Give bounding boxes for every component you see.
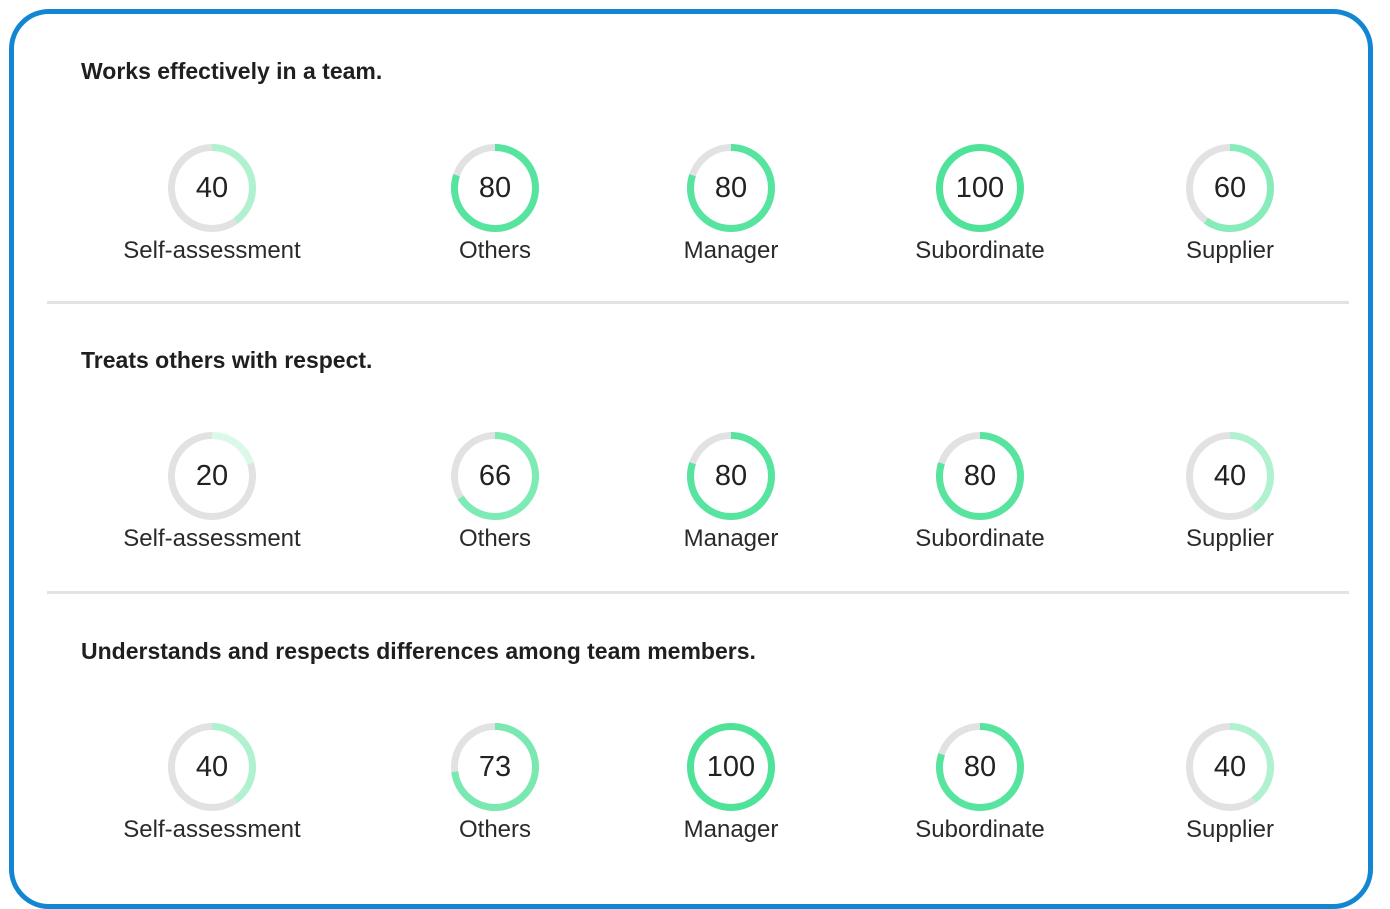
section-title: Understands and respects differences amo…	[81, 638, 756, 664]
gauge-ring: 40	[1186, 432, 1274, 520]
gauge-manager: 80 Manager	[631, 432, 831, 553]
gauge-value: 80	[963, 751, 997, 783]
gauge-subordinate: 80 Subordinate	[880, 723, 1080, 844]
gauge-value: 40	[195, 172, 229, 204]
gauge-label: Self-assessment	[123, 237, 301, 264]
gauge-value: 40	[195, 751, 229, 783]
gauge-subordinate: 100 Subordinate	[880, 144, 1080, 265]
gauge-label: Others	[458, 816, 532, 843]
gauge-label: Manager	[683, 816, 779, 843]
gauge-value: 73	[478, 751, 512, 783]
gauge-ring: 80	[936, 432, 1024, 520]
gauge-label: Others	[458, 525, 532, 552]
gauge-others: 73 Others	[395, 723, 595, 844]
gauge-value: 100	[955, 172, 1005, 204]
gauge-label: Others	[458, 237, 532, 264]
gauge-ring: 80	[687, 144, 775, 232]
gauge-value: 80	[478, 172, 512, 204]
gauge-value: 80	[714, 460, 748, 492]
section-title: Treats others with respect.	[81, 347, 373, 373]
gauge-manager: 80 Manager	[631, 144, 831, 265]
gauge-ring: 80	[687, 432, 775, 520]
gauge-supplier: 40 Supplier	[1130, 723, 1330, 844]
gauge-label: Subordinate	[915, 525, 1045, 552]
gauge-subordinate: 80 Subordinate	[880, 432, 1080, 553]
gauge-label: Manager	[683, 237, 779, 264]
gauge-ring: 100	[936, 144, 1024, 232]
gauge-label: Self-assessment	[123, 816, 301, 843]
gauge-value: 40	[1213, 460, 1247, 492]
gauge-ring: 100	[687, 723, 775, 811]
gauge-value: 60	[1213, 172, 1247, 204]
feedback-card: Works effectively in a team. 40 Self-ass…	[9, 9, 1373, 909]
gauge-ring: 80	[451, 144, 539, 232]
gauge-value: 66	[478, 460, 512, 492]
gauge-others: 66 Others	[395, 432, 595, 553]
gauge-label: Subordinate	[915, 816, 1045, 843]
gauge-ring: 20	[168, 432, 256, 520]
gauge-ring: 40	[168, 723, 256, 811]
gauge-value: 40	[1213, 751, 1247, 783]
gauge-ring: 40	[168, 144, 256, 232]
gauge-value: 80	[714, 172, 748, 204]
gauge-self-assessment: 40 Self-assessment	[112, 144, 312, 265]
gauge-label: Supplier	[1185, 816, 1275, 843]
gauge-ring: 66	[451, 432, 539, 520]
gauge-ring: 60	[1186, 144, 1274, 232]
gauge-label: Manager	[683, 525, 779, 552]
gauge-self-assessment: 20 Self-assessment	[112, 432, 312, 553]
gauge-ring: 80	[936, 723, 1024, 811]
gauge-label: Supplier	[1185, 237, 1275, 264]
gauge-label: Subordinate	[915, 237, 1045, 264]
section-divider	[47, 591, 1349, 594]
gauge-value: 20	[195, 460, 229, 492]
gauge-ring: 73	[451, 723, 539, 811]
gauge-label: Self-assessment	[123, 525, 301, 552]
section-divider	[47, 301, 1349, 304]
gauge-manager: 100 Manager	[631, 723, 831, 844]
gauge-supplier: 60 Supplier	[1130, 144, 1330, 265]
gauge-ring: 40	[1186, 723, 1274, 811]
gauge-others: 80 Others	[395, 144, 595, 265]
gauge-value: 80	[963, 460, 997, 492]
gauge-self-assessment: 40 Self-assessment	[112, 723, 312, 844]
section-title: Works effectively in a team.	[81, 58, 383, 84]
gauge-label: Supplier	[1185, 525, 1275, 552]
gauge-supplier: 40 Supplier	[1130, 432, 1330, 553]
gauge-value: 100	[706, 751, 756, 783]
